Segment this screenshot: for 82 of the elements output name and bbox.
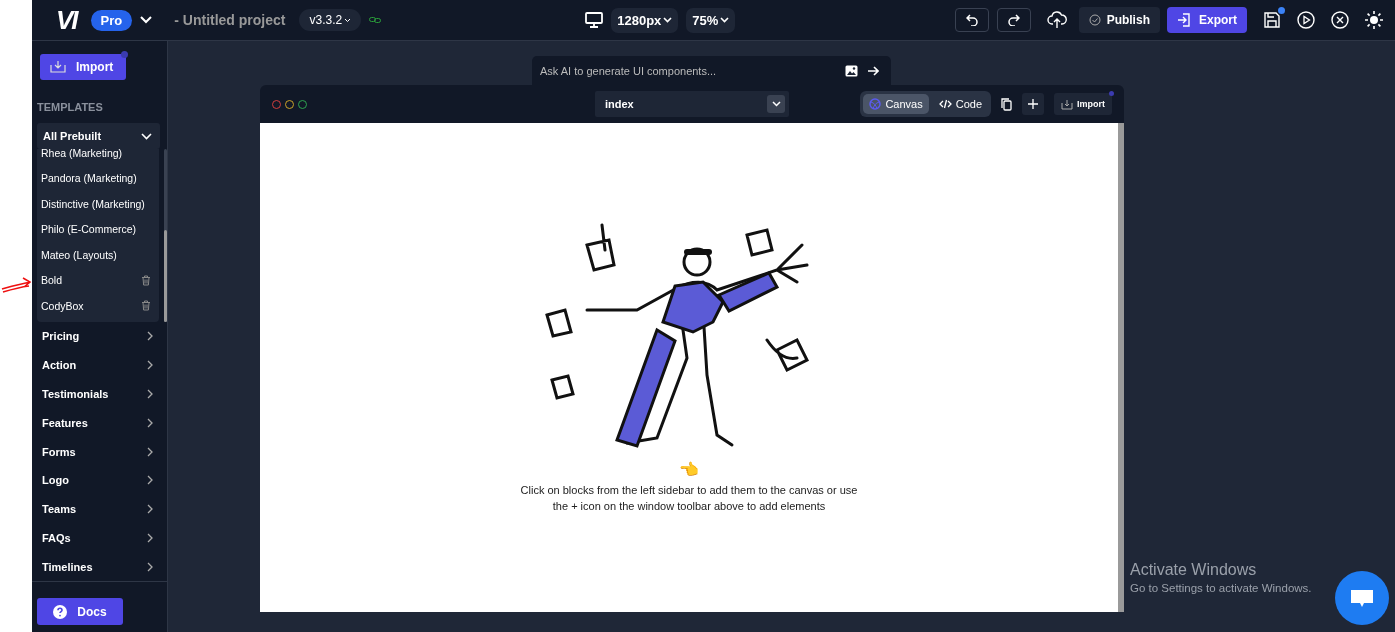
desktop-monitor-icon[interactable]	[585, 12, 604, 28]
view-tab[interactable]: Code	[932, 94, 988, 114]
cloud-upload-icon[interactable]	[1046, 11, 1067, 29]
check-circle-icon	[1088, 14, 1101, 26]
chevron-down-icon	[767, 95, 785, 113]
template-filter-dropdown[interactable]: All Prebuilt	[37, 123, 160, 149]
chevron-right-icon	[147, 389, 153, 399]
chevron-down-icon	[720, 17, 730, 23]
export-button[interactable]: Export	[1166, 7, 1247, 33]
category-item[interactable]: Teams	[37, 494, 167, 524]
chevron-down-icon[interactable]	[140, 16, 153, 24]
project-title[interactable]: - Untitled project	[174, 12, 286, 28]
chevron-down-icon	[141, 132, 152, 140]
import-button[interactable]: Import	[1054, 93, 1112, 115]
template-item[interactable]: Pandora (Marketing)	[37, 165, 160, 191]
template-item[interactable]: Bold	[37, 267, 160, 293]
template-item[interactable]: Mateo (Layouts)	[37, 242, 160, 268]
category-item[interactable]: Features	[37, 408, 167, 438]
plus-icon	[1028, 98, 1038, 110]
category-item[interactable]: Pricing	[37, 322, 167, 351]
os-activation-title: Activate Windows	[1130, 561, 1258, 579]
play-icon[interactable]	[1297, 11, 1315, 29]
chevron-down-icon	[344, 17, 352, 23]
app-logo[interactable]: VI	[56, 4, 77, 36]
docs-button[interactable]: Docs	[37, 598, 123, 626]
view-tab[interactable]: Canvas	[863, 94, 929, 114]
image-icon[interactable]	[845, 65, 858, 77]
globe-icon	[869, 98, 882, 110]
chevron-right-icon	[147, 331, 153, 342]
chevron-down-icon	[663, 17, 673, 23]
import-button[interactable]: Import	[40, 54, 126, 80]
chevron-right-icon	[147, 532, 153, 543]
chevron-right-icon	[147, 446, 153, 457]
template-item[interactable]: Philo (E-Commerce)	[37, 216, 160, 242]
template-item[interactable]: CodyBox	[37, 293, 160, 319]
chevron-right-icon	[147, 475, 153, 486]
code-icon	[938, 99, 952, 109]
chevron-right-icon	[147, 360, 153, 371]
chat-bubble-icon	[1350, 588, 1374, 608]
undo-button[interactable]	[954, 8, 989, 32]
category-item[interactable]: Timelines	[37, 552, 167, 582]
chevron-right-icon	[147, 561, 153, 572]
scrollbar[interactable]	[164, 149, 167, 322]
page-select[interactable]: index	[595, 91, 789, 117]
template-item[interactable]: Distinctive (Marketing)	[37, 191, 160, 217]
arrow-right-icon[interactable]	[867, 66, 879, 76]
os-activation-subtitle: Go to Settings to activate Windows.	[1130, 582, 1312, 594]
category-item[interactable]: Action	[37, 350, 167, 380]
category-item[interactable]: Logo	[37, 466, 167, 495]
import-tray-icon	[1061, 98, 1073, 110]
import-tray-icon	[50, 60, 66, 74]
link-icon[interactable]	[369, 17, 382, 23]
category-item[interactable]: FAQs	[37, 523, 167, 553]
plan-badge: Pro	[90, 9, 133, 31]
save-icon[interactable]	[1263, 11, 1281, 29]
trash-icon[interactable]	[141, 300, 152, 312]
section-title: TEMPLATES	[37, 101, 104, 113]
close-icon[interactable]	[1331, 11, 1349, 29]
empty-canvas-message: Click on blocks from the left sidebar to add them to the canvas or use the + icon on the window toolbar above to add elements	[519, 483, 859, 514]
redo-button[interactable]	[996, 8, 1031, 32]
ai-prompt-field[interactable]: Ask AI to generate UI components...	[532, 56, 891, 85]
template-item[interactable]: Rhea (Marketing)	[37, 149, 160, 166]
category-item[interactable]: Forms	[37, 437, 167, 466]
category-item[interactable]: Testimonials	[37, 379, 167, 409]
chevron-right-icon	[147, 504, 153, 515]
copy-icon[interactable]	[1001, 97, 1012, 111]
pointing-hand-emoji: 👈	[679, 461, 699, 479]
viewport-width-dropdown[interactable]: 1280px	[611, 7, 679, 33]
scrollbar[interactable]	[1118, 123, 1124, 612]
sun-icon[interactable]	[1365, 11, 1383, 29]
redo-icon	[1007, 14, 1020, 26]
trash-icon[interactable]	[141, 274, 152, 286]
publish-button[interactable]: Publish	[1078, 7, 1160, 33]
annotation-arrow-icon	[1, 276, 31, 296]
zoom-dropdown[interactable]: 75%	[686, 7, 736, 33]
chat-button[interactable]	[1335, 571, 1389, 625]
version-dropdown[interactable]: v3.3.2	[299, 9, 362, 31]
help-icon	[53, 604, 68, 619]
add-element-button[interactable]	[1022, 93, 1044, 115]
chevron-right-icon	[147, 417, 153, 428]
undo-icon	[965, 14, 978, 26]
export-arrow-icon	[1176, 13, 1191, 27]
